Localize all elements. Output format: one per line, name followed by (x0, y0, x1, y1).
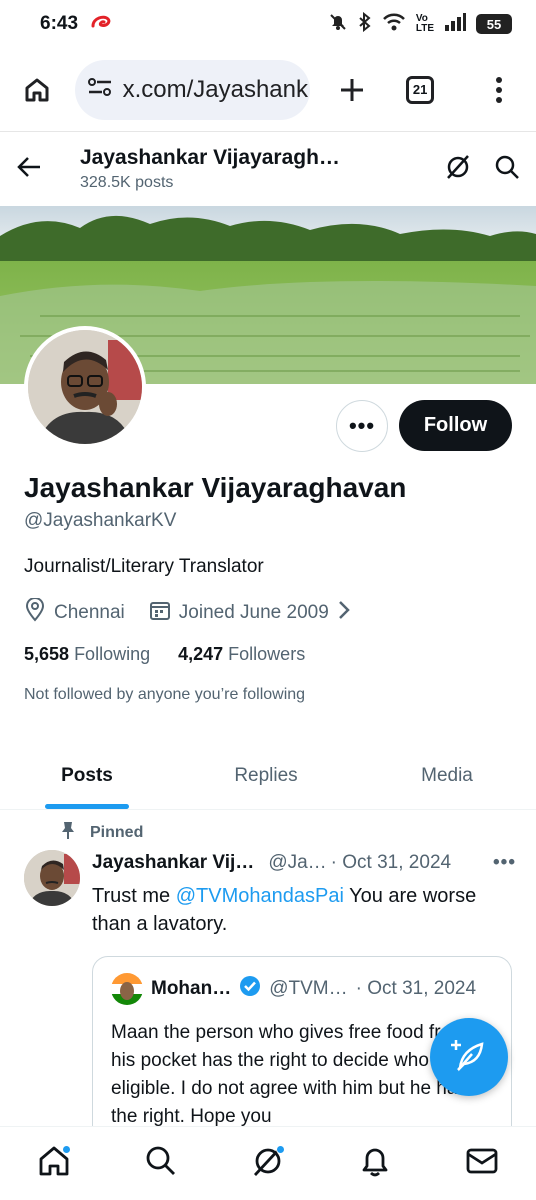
tab-active-indicator (45, 804, 129, 809)
profile-joined: Joined June 2009 (178, 602, 329, 623)
follow-button[interactable]: Follow (399, 400, 512, 451)
calendar-icon (149, 599, 171, 627)
compose-feather-icon (450, 1036, 488, 1079)
status-time: 6:43 (40, 13, 79, 34)
search-nav-icon (145, 1145, 177, 1182)
post-handle[interactable]: @Ja… (268, 852, 326, 874)
post-date[interactable]: · Oct 31, 2024 (331, 852, 451, 874)
following-count: 5,658 (24, 644, 70, 664)
tab-replies[interactable]: Replies (174, 742, 358, 809)
header-posts-count: 328.5K posts (80, 174, 174, 191)
signal-icon (444, 12, 466, 36)
tab-posts-label: Posts (61, 764, 113, 786)
quote-handle: @TVM… (269, 978, 348, 999)
followers-label: Followers (228, 644, 306, 664)
header-name: Jayashankar Vijayaragh… (80, 146, 340, 169)
bluetooth-icon (358, 11, 372, 37)
tabs-count: 21 (406, 75, 435, 104)
quote-date: · Oct 31, 2024 (355, 978, 477, 999)
profile-meta: Chennai Joined June 2009 (24, 597, 375, 628)
url-bar[interactable]: x.com/Jayashank (74, 59, 311, 120)
nav-messages[interactable] (457, 1139, 507, 1189)
not-followed-note: Not followed by anyone you’re following (24, 686, 306, 703)
profile-tabs: Posts Replies Media (0, 742, 536, 810)
grok-icon[interactable] (444, 153, 472, 186)
nav-search[interactable] (136, 1139, 186, 1189)
post-text-before: Trust me (92, 885, 176, 907)
status-bar: 6:43 Vo LTE 55 (0, 0, 536, 48)
post-text: Trust me @TVMohandasPai You are worse th… (92, 882, 512, 938)
wifi-icon (382, 13, 406, 36)
grok-notification-dot (275, 1144, 285, 1154)
home-icon[interactable] (18, 70, 57, 110)
bottom-navigation (0, 1126, 536, 1200)
pinned-label: Pinned (90, 823, 144, 841)
browser-menu-icon[interactable] (479, 70, 518, 110)
location-icon (24, 597, 46, 628)
tab-switcher-button[interactable]: 21 (401, 70, 440, 110)
more-options-button[interactable]: ••• (336, 400, 388, 452)
followers-count: 4,247 (178, 644, 224, 664)
followers-stat[interactable]: 4,247 Followers (178, 644, 305, 665)
tab-media[interactable]: Media (358, 742, 536, 809)
post-avatar[interactable] (24, 850, 80, 906)
following-label: Following (74, 644, 151, 664)
home-notification-dot (61, 1144, 71, 1154)
tab-media-label: Media (421, 764, 473, 786)
post-header: Jayashankar Vij… @Ja… · Oct 31, 2024 ••• (92, 852, 516, 874)
post-more-button[interactable]: ••• (493, 852, 516, 874)
profile-location: Chennai (54, 602, 125, 623)
profile-stats: 5,658 Following 4,247 Followers (24, 644, 333, 665)
post-mention[interactable]: @TVMohandasPai (176, 885, 344, 907)
back-arrow-icon[interactable] (16, 156, 42, 183)
compose-post-button[interactable] (430, 1018, 508, 1096)
site-settings-icon[interactable] (87, 75, 113, 104)
profile-display-name: Jayashankar Vijayaraghavan (24, 472, 407, 503)
mail-icon (465, 1147, 499, 1180)
battery-icon: 55 (476, 14, 512, 34)
profile-avatar[interactable] (24, 326, 146, 448)
volte-icon: Vo LTE (415, 13, 434, 34)
pinned-indicator: Pinned (60, 820, 143, 845)
profile-bio: Journalist/Literary Translator (24, 556, 264, 577)
quote-author: Mohan… (151, 978, 232, 999)
url-text: x.com/Jayashank (122, 75, 308, 103)
chevron-right-icon[interactable] (337, 600, 351, 626)
pin-icon (60, 820, 76, 845)
browser-toolbar: x.com/Jayashank 21 (0, 48, 536, 132)
tab-replies-label: Replies (234, 764, 298, 786)
nav-home[interactable] (29, 1139, 79, 1189)
nav-grok[interactable] (243, 1139, 293, 1189)
verified-badge-icon (239, 975, 261, 1003)
tab-posts[interactable]: Posts (0, 742, 174, 809)
bell-icon (359, 1144, 391, 1183)
new-tab-icon[interactable] (332, 70, 371, 110)
post-author[interactable]: Jayashankar Vij… (92, 852, 254, 874)
profile-header: Jayashankar Vijayaragh… 328.5K posts (0, 132, 536, 206)
nav-notifications[interactable] (350, 1139, 400, 1189)
following-stat[interactable]: 5,658 Following (24, 644, 150, 665)
airtel-icon (90, 14, 112, 35)
quote-avatar (111, 973, 143, 1005)
profile-handle: @JayashankarKV (24, 510, 177, 531)
mute-icon (328, 12, 348, 37)
search-icon[interactable] (494, 154, 520, 185)
